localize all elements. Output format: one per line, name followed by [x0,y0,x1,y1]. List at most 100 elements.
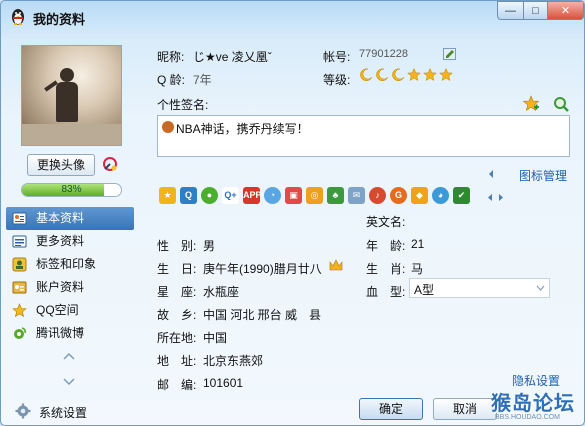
profile-completeness-bar: 83% [21,183,122,197]
zodiac-label: 生 肖: [366,262,406,276]
chevron-left-icon[interactable] [487,193,493,202]
sidebar-item-qq-space[interactable]: QQ空间 [6,299,134,322]
star-icon [423,68,437,82]
postcode-value: 101601 [203,376,244,390]
level-label: 等级: [323,73,351,87]
sidebar-item-tags[interactable]: 标签和印象 [6,253,134,276]
star-badge-icon[interactable]: ★ [159,187,176,204]
weibo-icon [14,327,26,339]
star-icon [407,68,421,82]
nickname-label: 昵称: [157,50,185,64]
search-icon[interactable] [552,95,570,113]
signature-text: NBA神话，携乔丹续写！ [176,122,309,136]
profile-window: 我的资料 — □ ✕ 更换头像 83% 基本资料 更多资料 标签和印象 账户资料… [0,0,585,426]
system-settings-label: 系统设置 [39,406,88,420]
add-star-icon[interactable] [522,95,540,113]
coin-badge-icon[interactable]: ◎ [306,187,323,204]
penguin-icon [12,9,24,25]
maximize-button[interactable]: □ [523,1,548,20]
qplus-badge-icon[interactable]: Q+ [222,187,239,204]
change-avatar-button[interactable]: 更换头像 [27,154,95,176]
moon-icon [392,68,405,81]
hometown-value: 中国 河北 邢台 威 县 [203,308,322,322]
prev-icon[interactable] [487,169,495,179]
basketball-icon [162,121,174,133]
level-icons[interactable] [359,68,453,82]
chevron-down-icon [536,285,545,291]
chat-badge-icon[interactable]: ● [201,187,218,204]
watermark-title: 猴岛论坛 [491,393,575,415]
bubble-badge-icon[interactable]: ◔ [264,187,281,204]
nickname-value: じ★ve 凌乂凰ˇ [193,50,272,64]
list-icon [12,235,27,248]
moon-icon [376,68,389,81]
sidebar-item-label: QQ空间 [36,303,79,317]
sidebar-item-label: 腾讯微博 [36,326,85,340]
blood-type-label: 血 型: [366,285,406,299]
progress-text: 83% [61,184,82,195]
window-title: 我的资料 [33,12,86,27]
globe-badge-icon[interactable]: ◕ [432,187,449,204]
gender-value: 男 [203,239,216,253]
account-icon [12,281,27,294]
constellation-value: 水瓶座 [203,285,240,299]
sidebar-item-label: 基本资料 [36,211,85,225]
watermark-url: BBS.HOUDAO.COM [495,414,560,421]
signature-tools [522,95,570,113]
qq-age-label: Q 龄: [157,73,186,87]
close-button[interactable]: ✕ [547,1,584,20]
forum-watermark: 猴岛论坛 BBS.HOUDAO.COM [491,387,581,423]
english-name-label: 英文名: [366,215,406,229]
sidebar-item-account[interactable]: 账户资料 [6,276,134,299]
gift-badge-icon[interactable]: ▣ [285,187,302,204]
signature-label: 个性签名: [157,98,209,112]
minimize-button[interactable]: — [497,1,524,20]
sidebar-item-label: 更多资料 [36,234,85,248]
title-bar[interactable]: 我的资料 — □ ✕ [1,1,584,33]
address-label: 地 址: [157,354,197,368]
avatar-tool-icon[interactable] [101,155,119,173]
tag-icon [12,257,27,272]
age-label: 年 龄: [366,239,406,253]
security-badge-icon[interactable]: ✔ [453,187,470,204]
icon-management-link[interactable]: 图标管理 [519,167,567,184]
account-value: 77901228 [359,48,408,60]
sidebar-item-more-info[interactable]: 更多资料 [6,230,134,253]
signature-input[interactable]: NBA神话，携乔丹续写！ [157,115,570,157]
sidebar-item-label: 标签和印象 [36,257,97,271]
qq-age-value: 7年 [193,73,212,87]
search-badge-icon[interactable]: Q [180,187,197,204]
avatar [21,45,122,146]
star-icon [439,68,453,82]
sidebar-item-label: 账户资料 [36,280,85,294]
star-icon [12,303,27,318]
gender-label: 性 别: [157,239,197,253]
account-label: 帐号: [323,50,351,64]
mail-badge-icon[interactable]: ✉ [348,187,365,204]
card-icon [12,212,27,225]
game-badge-icon[interactable]: G [390,187,407,204]
chevron-right-icon[interactable] [498,193,504,202]
sidebar-item-basic-info[interactable]: 基本资料 [6,207,134,230]
cancel-button[interactable]: 取消 [433,398,497,420]
status-icon-strip: ★ Q ● Q+ APP ◔ ▣ ◎ ♣ ✉ ♪ G ◆ ◕ ✔ [159,187,470,204]
clover-badge-icon[interactable]: ♣ [327,187,344,204]
music-badge-icon[interactable]: ♪ [369,187,386,204]
birthday-label: 生 日: [157,262,197,276]
main-panel: 昵称: じ★ve 凌乂凰ˇ 帐号: 77901228 Q 龄: 7年 等级: 个… [141,33,584,425]
scroll-up-icon[interactable] [63,351,75,361]
edit-account-icon[interactable] [443,48,456,60]
sidebar-nav: 基本资料 更多资料 标签和印象 账户资料 QQ空间 腾讯微博 [6,207,134,345]
blood-type-select[interactable]: A型 [409,278,550,298]
scroll-down-icon[interactable] [63,377,75,387]
app-badge-icon[interactable]: APP [243,187,262,204]
age-value: 21 [411,237,425,251]
ok-button[interactable]: 确定 [359,398,423,420]
sidebar-item-weibo[interactable]: 腾讯微博 [6,322,134,345]
location-value: 中国 [203,331,228,345]
icon-strip-nav [487,193,504,202]
blood-type-value: A型 [414,283,435,297]
zodiac-value: 马 [411,262,424,276]
moon-icon [360,68,373,81]
shield-badge-icon[interactable]: ◆ [411,187,428,204]
